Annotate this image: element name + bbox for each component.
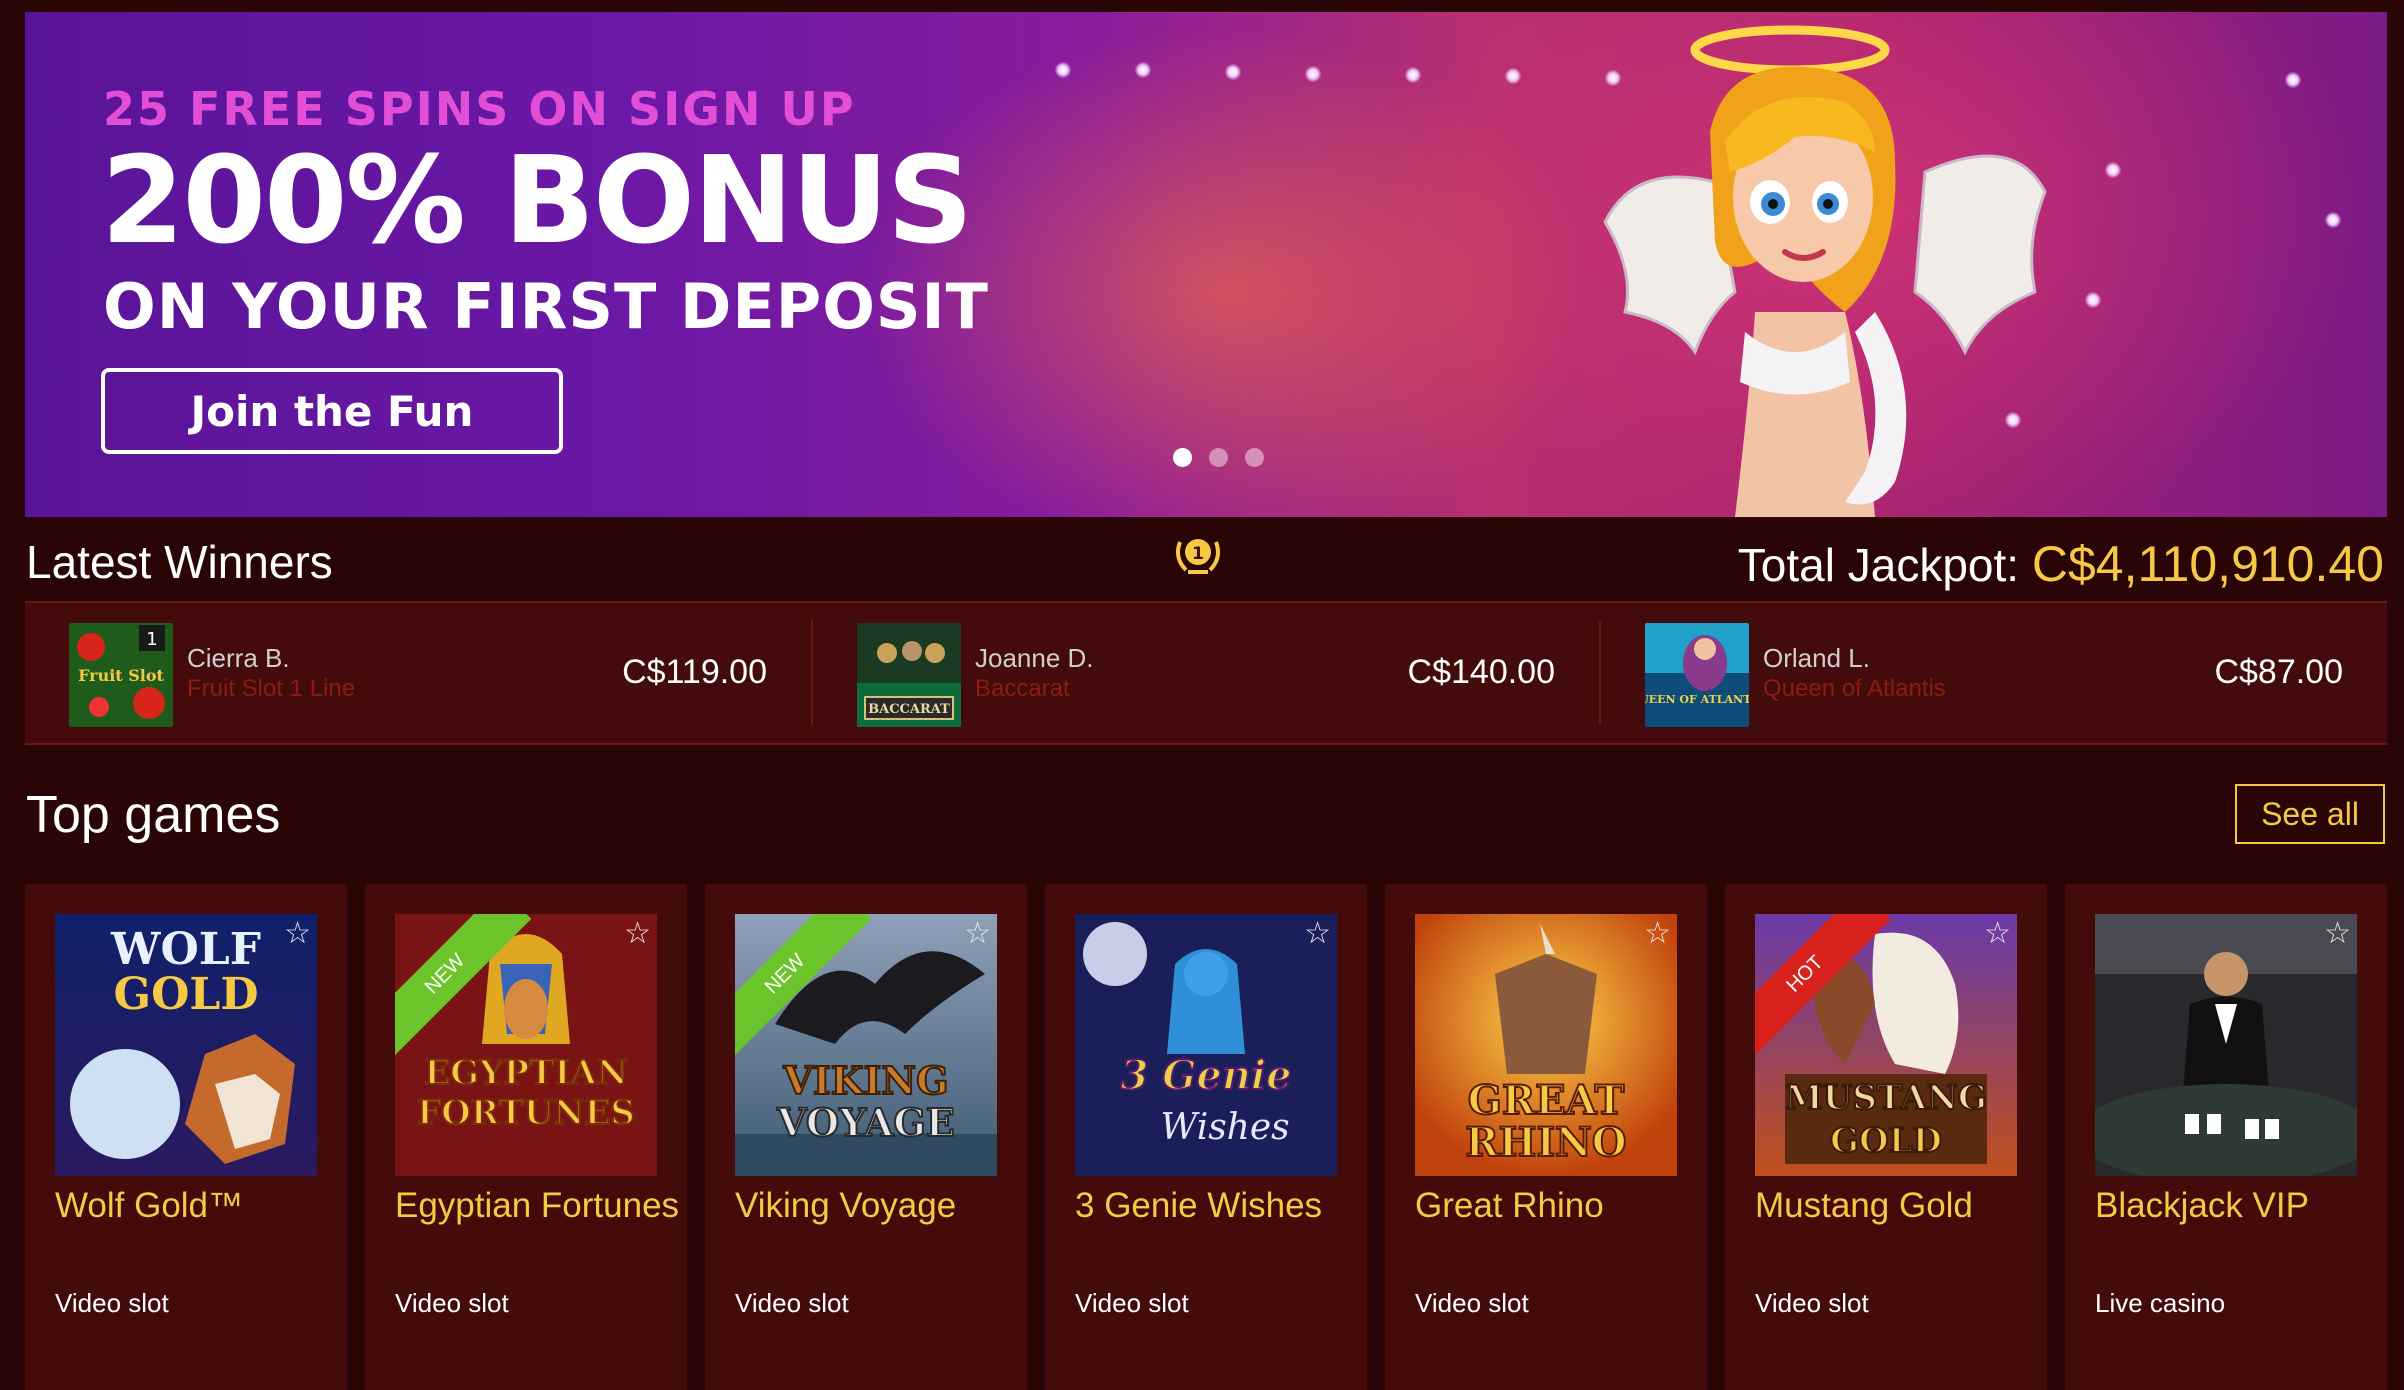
winner-amount: C$140.00 — [1407, 653, 1555, 691]
game-card-3-genie-wishes[interactable]: 3 Genie Wishes ☆ 3 Genie Wishes Video sl… — [1045, 884, 1367, 1390]
winner-thumb-label: QUEEN OF ATLANTIS — [1645, 693, 1749, 706]
favorite-star-icon[interactable]: ☆ — [964, 916, 991, 951]
winner-item[interactable]: 1 Fruit Slot Cierra B. Fruit Slot 1 Line… — [25, 603, 811, 743]
favorite-star-icon[interactable]: ☆ — [2324, 916, 2351, 951]
stage-light — [2085, 292, 2101, 308]
total-jackpot: Total Jackpot: C$4,110,910.40 — [1738, 535, 2384, 593]
game-category: Video slot — [1415, 1288, 1529, 1318]
game-thumbnail[interactable]: 3 Genie Wishes — [1075, 914, 1337, 1176]
laurel-trophy-icon: 1 — [1176, 539, 1220, 574]
hero-heading: 200% BONUS — [101, 132, 973, 271]
game-thumbnail[interactable]: EGYPTIAN FORTUNES NEW — [395, 914, 657, 1176]
winner-amount: C$119.00 — [622, 653, 767, 691]
game-category: Video slot — [735, 1288, 849, 1318]
game-art-title-2: RHINO — [1465, 1119, 1626, 1166]
hero-banner[interactable]: 25 FREE SPINS ON SIGN UP 200% BONUS ON Y… — [25, 12, 2387, 517]
game-title[interactable]: Wolf Gold™ — [55, 1186, 243, 1226]
winner-game[interactable]: Fruit Slot 1 Line — [187, 675, 355, 703]
latest-winners-strip: 1 Fruit Slot Cierra B. Fruit Slot 1 Line… — [25, 601, 2387, 745]
winner-thumb-label: Fruit Slot — [78, 666, 164, 685]
game-category: Video slot — [1075, 1288, 1189, 1318]
favorite-star-icon[interactable]: ☆ — [624, 916, 651, 951]
game-card-blackjack-vip[interactable]: ☆ Blackjack VIP Live casino — [2065, 884, 2387, 1390]
favorite-star-icon[interactable]: ☆ — [1984, 916, 2011, 951]
stage-light — [1225, 64, 1241, 80]
favorite-star-icon[interactable]: ☆ — [1304, 916, 1331, 951]
stage-light — [2325, 212, 2341, 228]
game-art-title-1: VIKING — [782, 1058, 948, 1103]
game-card-viking-voyage[interactable]: VIKING VOYAGE NEW ☆ Viking Voyage Video … — [705, 884, 1027, 1390]
winner-game[interactable]: Baccarat — [975, 675, 1070, 703]
game-card-egyptian-fortunes[interactable]: EGYPTIAN FORTUNES NEW ☆ Egyptian Fortune… — [365, 884, 687, 1390]
game-art-title-1: MUSTANG — [1785, 1078, 1987, 1118]
winner-game-thumbnail: BACCARAT — [857, 623, 961, 727]
game-art-title-2: GOLD — [114, 969, 259, 1020]
latest-winners-title: Latest Winners — [26, 536, 333, 588]
game-art-title-1: 3 Genie — [1120, 1052, 1291, 1099]
game-category: Live casino — [2095, 1288, 2226, 1318]
favorite-star-icon[interactable]: ☆ — [284, 916, 311, 951]
game-category: Video slot — [395, 1288, 509, 1318]
game-title[interactable]: 3 Genie Wishes — [1075, 1186, 1322, 1226]
game-thumbnail[interactable] — [2095, 914, 2357, 1176]
winner-game-thumbnail: QUEEN OF ATLANTIS — [1645, 623, 1749, 727]
winner-game[interactable]: Queen of Atlantis — [1763, 675, 1946, 703]
winner-name: Cierra B. — [187, 643, 290, 673]
winner-thumb-label: BACCARAT — [868, 702, 950, 717]
stage-light — [1135, 62, 1151, 78]
stage-light — [1305, 66, 1321, 82]
top-games-list: WOLF GOLD ☆ Wolf Gold™ Video slot EGYPTI… — [25, 884, 2404, 1390]
game-thumbnail[interactable]: VIKING VOYAGE NEW — [735, 914, 997, 1176]
angel-character-illustration — [1603, 25, 2047, 517]
game-card-great-rhino[interactable]: GREAT RHINO ☆ Great Rhino Video slot — [1385, 884, 1707, 1390]
stage-light — [1505, 68, 1521, 84]
game-category: Video slot — [55, 1288, 169, 1318]
game-card-mustang-gold[interactable]: MUSTANG GOLD HOT ☆ Mustang Gold Video sl… — [1725, 884, 2047, 1390]
game-art-title-2: GOLD — [1830, 1121, 1942, 1161]
winner-thumb-badge: 1 — [146, 629, 157, 650]
top-games-title: Top games — [26, 786, 281, 844]
winner-name: Orland L. — [1763, 643, 1870, 673]
stage-light — [1405, 67, 1421, 83]
game-title[interactable]: Great Rhino — [1415, 1186, 1604, 1226]
join-the-fun-button[interactable]: Join the Fun — [101, 368, 563, 454]
winner-amount: C$87.00 — [2214, 653, 2343, 691]
svg-text:1: 1 — [1192, 544, 1204, 564]
game-card-wolf-gold[interactable]: WOLF GOLD ☆ Wolf Gold™ Video slot — [25, 884, 347, 1390]
carousel-dot[interactable] — [1209, 448, 1228, 467]
favorite-star-icon[interactable]: ☆ — [1644, 916, 1671, 951]
jackpot-amount: C$4,110,910.40 — [2031, 536, 2384, 592]
game-art-title-2: VOYAGE — [776, 1100, 955, 1145]
game-art-title-1: GREAT — [1468, 1077, 1625, 1124]
game-title[interactable]: Blackjack VIP — [2095, 1186, 2309, 1226]
see-all-button[interactable]: See all — [2235, 784, 2385, 844]
game-thumbnail[interactable]: GREAT RHINO — [1415, 914, 1677, 1176]
game-art-title-2: Wishes — [1160, 1107, 1289, 1148]
game-title[interactable]: Viking Voyage — [735, 1186, 956, 1226]
winner-game-thumbnail: 1 Fruit Slot — [69, 623, 173, 727]
hero-subheading-2: ON YOUR FIRST DEPOSIT — [103, 270, 989, 343]
game-art-title-1: WOLF — [110, 924, 261, 975]
game-title[interactable]: Mustang Gold — [1755, 1186, 1973, 1226]
jackpot-label: Total Jackpot: — [1737, 539, 2020, 591]
game-title[interactable]: Egyptian Fortunes — [395, 1186, 679, 1226]
winner-name: Joanne D. — [975, 643, 1094, 673]
winner-item[interactable]: BACCARAT Joanne D. Baccarat C$140.00 — [813, 603, 1599, 743]
carousel-dot[interactable] — [1245, 448, 1264, 467]
game-thumbnail[interactable]: MUSTANG GOLD HOT — [1755, 914, 2017, 1176]
carousel-dots — [1173, 448, 1264, 467]
game-art-title-2: FORTUNES — [417, 1093, 635, 1133]
stage-light — [1055, 62, 1071, 78]
carousel-dot[interactable] — [1173, 448, 1192, 467]
stage-light — [2285, 72, 2301, 88]
game-category: Video slot — [1755, 1288, 1869, 1318]
winner-item[interactable]: QUEEN OF ATLANTIS Orland L. Queen of Atl… — [1601, 603, 2387, 743]
stage-light — [2105, 162, 2121, 178]
hero-subheading: 25 FREE SPINS ON SIGN UP — [103, 82, 856, 136]
game-thumbnail[interactable]: WOLF GOLD — [55, 914, 317, 1176]
game-art-title-1: EGYPTIAN — [424, 1053, 627, 1093]
